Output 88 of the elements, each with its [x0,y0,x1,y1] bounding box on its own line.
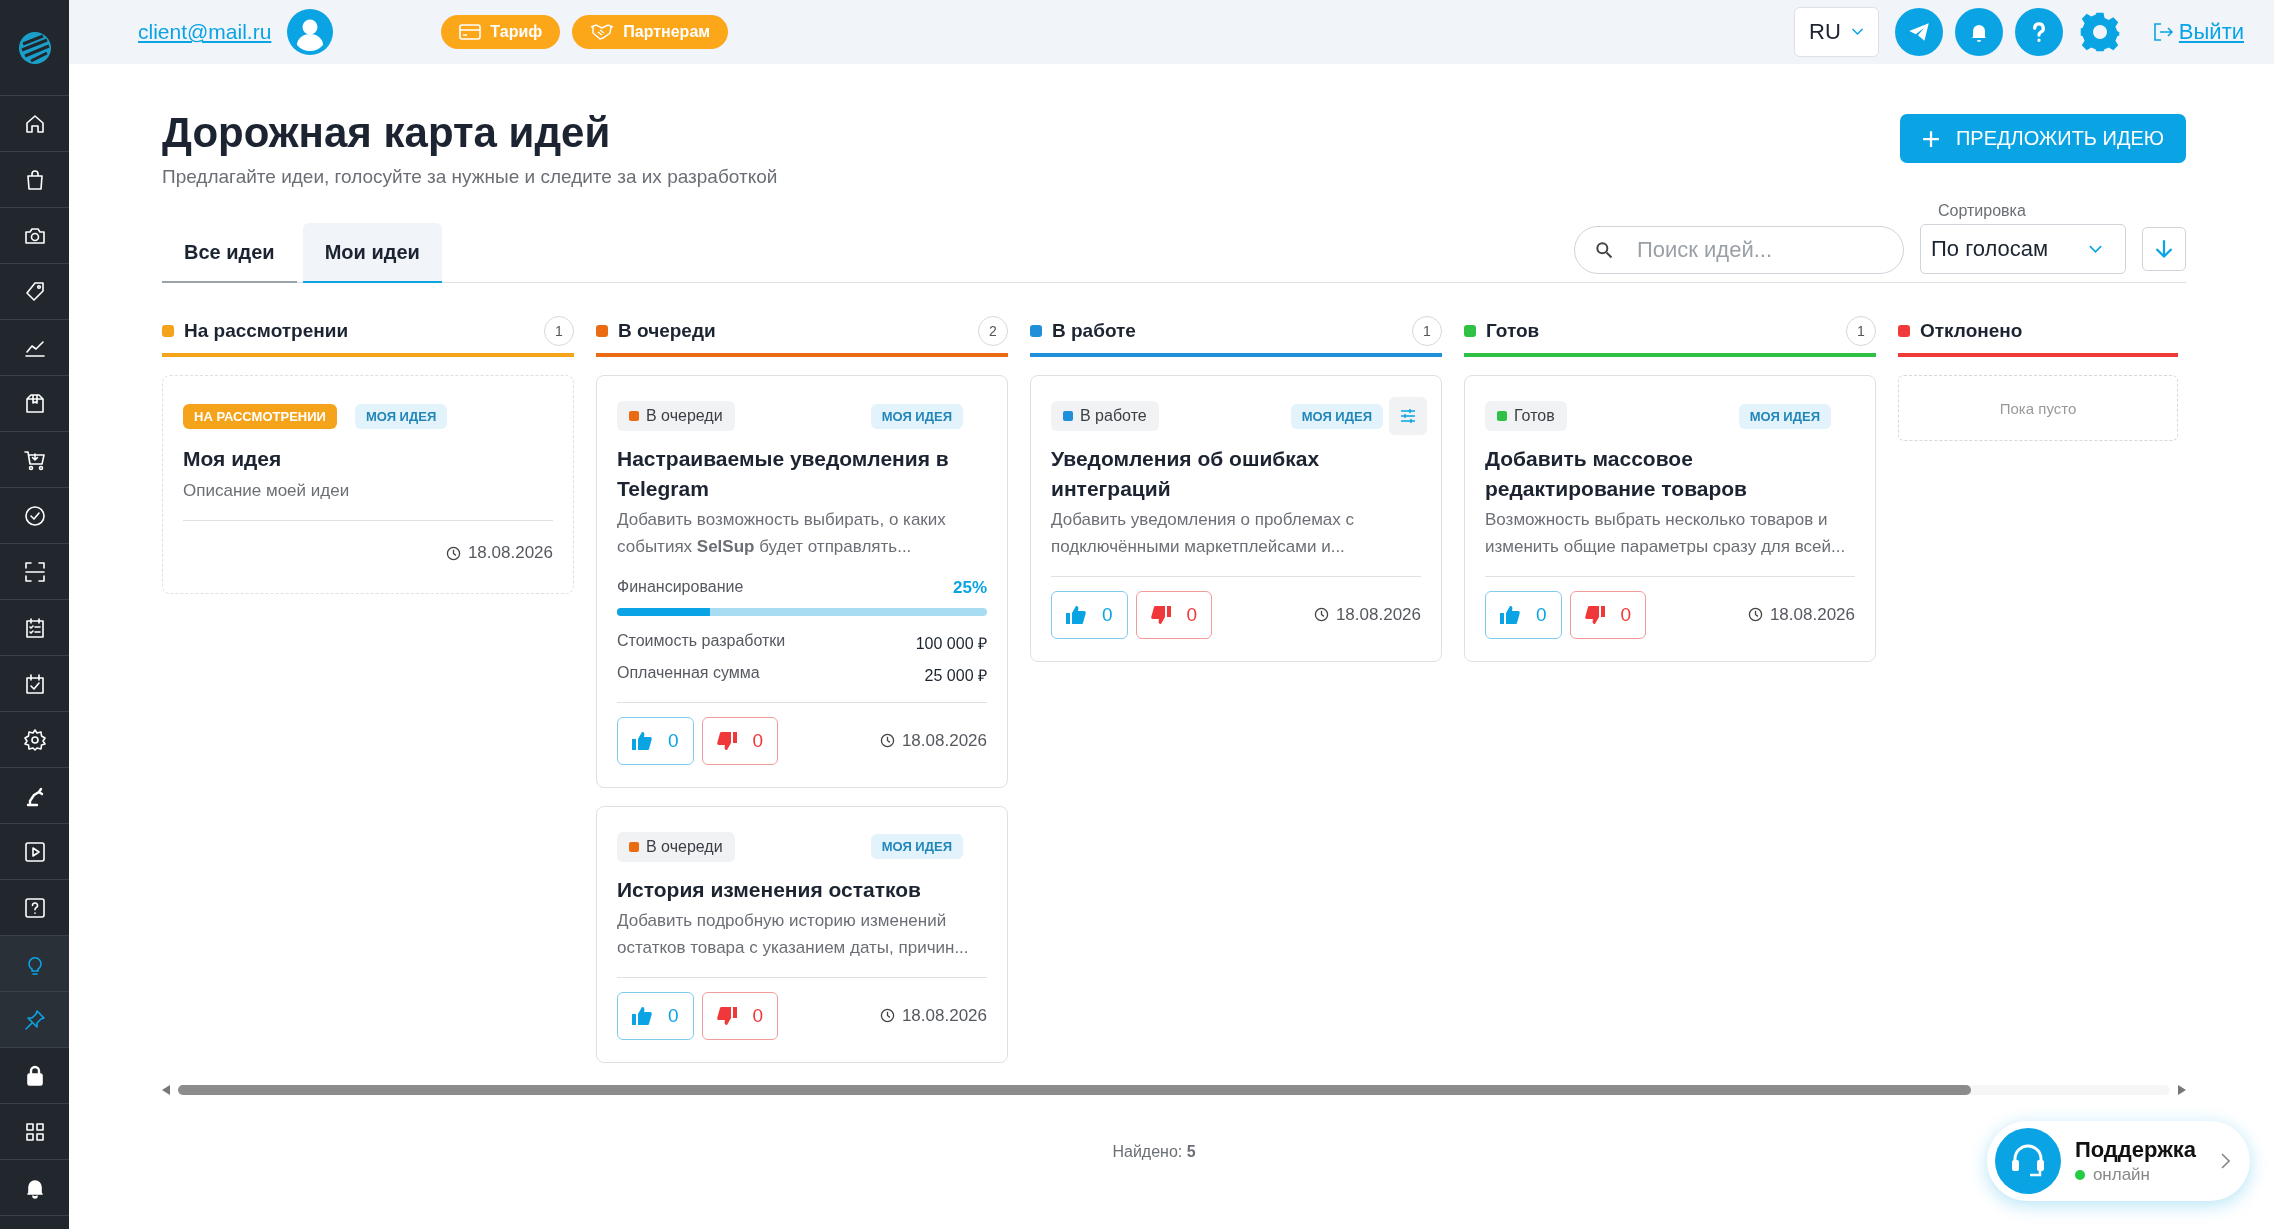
upvote-button[interactable]: 0 [617,716,694,765]
suggest-idea-button[interactable]: ПРЕДЛОЖИТЬ ИДЕЮ [1899,114,2186,163]
help-button[interactable] [2014,8,2063,56]
clock-icon [879,1008,895,1024]
account-email-link[interactable]: client@mail.ru [138,20,272,44]
clock-icon [1747,607,1763,623]
downvote-button[interactable]: 0 [1135,590,1213,639]
sort-select[interactable]: По голосам [1920,224,2126,275]
page-title: Дорожная карта идей [162,108,612,158]
idea-description: Описание моей идеи [183,479,351,502]
telegram-button[interactable] [1894,8,1943,56]
tab[interactable]: Мои идеи [302,223,442,284]
status-label: В очереди [646,837,723,856]
column-title: В работе [1052,320,1136,343]
idea-date: 18.08.2026 [1335,604,1421,625]
my-idea-badge: МОЯ ИДЕЯ [354,403,448,429]
funding-row-label: Стоимость разработки [617,631,786,651]
chevron-down-icon [1850,28,1864,36]
sort-direction-button[interactable] [2142,227,2186,272]
funding-row-value: 100 000 ₽ [915,633,987,654]
idea-card[interactable]: В очереди МОЯ ИДЕЯ История изменения остатков Добавить подробную историю изменений остатков товара с указанием даты, причин... 0 0 18.08.2026 [596,805,1008,1063]
funding-label: Финансирование [617,577,744,597]
upvote-button[interactable]: 0 [1051,590,1128,639]
upvote-button[interactable]: 0 [617,991,694,1040]
funding-row-label: Оплаченная сумма [617,663,760,683]
notifications-button[interactable] [1954,8,2003,56]
downvote-button[interactable]: 0 [1569,590,1647,639]
sort-label: Сортировка [1937,202,2027,221]
logo-icon [16,29,53,66]
idea-card[interactable]: Готов МОЯ ИДЕЯ Добавить массовое редактирование товаров Возможность выбрать несколько товаров и изменить общие параметры сразу для всей... 0 0 18.08.2026 [1464,375,1876,662]
downvote-button[interactable]: 0 [701,991,779,1040]
funding-row-value: 25 000 ₽ [924,665,987,686]
results-count: Найдено: 5 [1112,1143,1196,1162]
idea-card[interactable]: НА РАССМОТРЕНИИ МОЯ ИДЕЯ Моя идея Описание моей идеи 18.08.2026 [162,375,574,595]
column-title: На рассмотрении [184,320,349,343]
idea-title: История изменения остатков [617,876,922,903]
idea-description: Добавить подробную историю изменений остатков товара с указанием даты, причин... [617,910,970,959]
settings-icon[interactable] [2078,11,2121,53]
arrow-down-icon [2154,239,2174,260]
idea-description: Добавить возможность выбирать, о каких событиях SelSup будет отправлять... [617,509,947,558]
idea-card[interactable]: В работе МОЯ ИДЕЯ Уведомления об ошибках интеграций Добавить уведомления о проблемах с подключёнными маркетплейсами и... 0 0 18.08.2026 [1030,375,1442,662]
chevron-down-icon [2088,244,2103,254]
language-select[interactable]: RU [1794,7,1879,57]
downvote-button[interactable]: 0 [701,716,779,765]
support-title: Поддержка [2074,1137,2196,1163]
scroll-right-icon[interactable] [2178,1085,2186,1096]
plus-icon [1921,129,1940,148]
idea-description: Добавить уведомления о проблемах с подключёнными маркетплейсами и... [1051,509,1356,558]
card-icon [459,24,482,40]
idea-title: Добавить массовое редактирование товаров [1485,446,1748,502]
online-dot [2074,1170,2085,1180]
idea-date: 18.08.2026 [901,1005,987,1026]
handshake-icon [590,23,615,41]
column-title: В очереди [618,320,716,343]
idea-description: Возможность выбрать несколько товаров и изменить общие параметры сразу для всей... [1485,509,1847,558]
idea-title: Моя идея [183,446,283,473]
support-widget[interactable]: Поддержка онлайн [1986,1121,2250,1201]
my-idea-badge: МОЯ ИДЕЯ [870,834,963,860]
idea-date: 18.08.2026 [901,730,987,751]
scroll-left-icon[interactable] [162,1085,170,1096]
idea-date: 18.08.2026 [467,543,553,564]
logout-link[interactable]: Выйти [2150,19,2244,45]
search-field[interactable]: Поиск идей... [1574,226,1904,275]
column-title: Готов [1486,320,1540,343]
support-status: онлайн [2092,1165,2150,1185]
idea-title: Настраиваемые уведомления в Telegram [617,446,950,502]
clock-icon [879,733,895,749]
clock-icon [1313,607,1329,623]
tab[interactable]: Все идеи [162,223,297,284]
clock-icon [445,545,461,561]
idea-card[interactable] [596,375,1008,788]
status-label: Готов [1514,407,1555,426]
page-subtitle: Предлагайте идеи, голосуйте за нужные и следите за их разработкой [162,166,778,189]
avatar-icon[interactable] [287,9,334,55]
empty-state-text: Пока пусто [1999,399,2077,417]
status-label: В работе [1080,407,1147,426]
idea-date: 18.08.2026 [1769,604,1855,625]
funding-percent: 25% [952,577,987,598]
my-idea-badge: МОЯ ИДЕЯ [870,403,963,429]
my-idea-badge: МОЯ ИДЕЯ [1290,403,1383,429]
idea-title: Уведомления об ошибках интеграций [1051,446,1321,502]
upvote-button[interactable]: 0 [1485,590,1562,639]
status-label: В очереди [646,407,723,426]
my-idea-badge: МОЯ ИДЕЯ [1738,403,1831,429]
chevron-right-icon [2220,1153,2230,1169]
headset-icon [1994,1128,2061,1194]
column-title: Отклонено [1920,320,2023,343]
status-badge: НА РАССМОТРЕНИИ [183,403,337,429]
